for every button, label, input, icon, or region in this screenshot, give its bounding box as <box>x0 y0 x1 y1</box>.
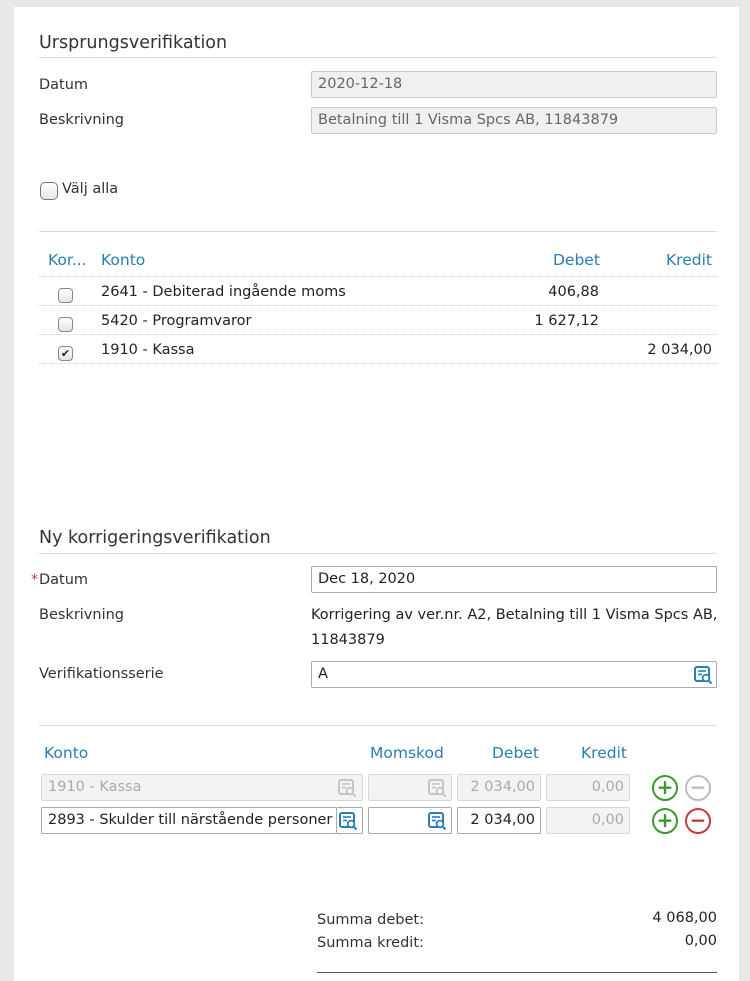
origin-header-rule <box>39 276 717 277</box>
correction-section-title: Ny korrigeringsverifikation <box>39 528 271 548</box>
row-kredit: 2 034,00 <box>647 342 712 358</box>
row-divider <box>39 334 717 335</box>
row-kredit-input: 0,00 <box>546 774 630 801</box>
add-row-button[interactable]: + <box>652 775 678 801</box>
row-kredit-input: 0,00 <box>546 807 630 834</box>
sum-kredit-label: Summa kredit: <box>317 935 424 951</box>
remove-row-button[interactable]: − <box>685 808 711 834</box>
row-konto-input[interactable]: 2893 - Skulder till närstående personer <box>41 807 337 834</box>
origin-date-label: Datum <box>39 77 89 93</box>
origin-table-top-rule <box>39 231 717 232</box>
check-icon: ✔ <box>60 347 71 360</box>
row-divider <box>39 363 717 364</box>
origin-col-kredit[interactable]: Kredit <box>666 251 712 269</box>
select-all-label[interactable]: Välj alla <box>62 181 118 197</box>
lookup-icon[interactable] <box>693 665 713 685</box>
sum-debet-label: Summa debet: <box>317 912 424 928</box>
lookup-icon[interactable] <box>427 811 447 831</box>
page: Ursprungsverifikation Datum 2020-12-18 B… <box>14 7 739 981</box>
lookup-icon <box>428 779 447 798</box>
required-marker: * <box>31 572 38 588</box>
origin-date-field: 2020-12-18 <box>311 71 717 98</box>
row-debet: 406,88 <box>548 284 599 300</box>
row-debet-input: 2 034,00 <box>457 774 541 801</box>
row-checkbox-checked[interactable]: ✔ <box>58 346 73 361</box>
row-divider <box>39 305 717 306</box>
row-konto: 2641 - Debiterad ingående moms <box>101 284 346 300</box>
correction-date-label: Datum <box>39 572 89 588</box>
lookup-icon <box>338 779 357 798</box>
correction-table-top-rule <box>39 725 717 726</box>
correction-desc-label: Beskrivning <box>39 607 125 623</box>
correction-desc-line1: Korrigering av ver.nr. A2, Betalning til… <box>311 607 718 623</box>
row-checkbox[interactable] <box>58 317 73 332</box>
correction-col-momskod: Momskod <box>370 744 444 762</box>
sum-debet-value: 4 068,00 <box>652 910 717 926</box>
row-debet-input[interactable]: 2 034,00 <box>457 807 541 834</box>
correction-date-input[interactable]: Dec 18, 2020 <box>311 566 717 593</box>
summary-rule <box>317 972 717 973</box>
origin-title-rule <box>39 57 717 58</box>
lookup-icon[interactable] <box>338 811 358 831</box>
remove-row-button-disabled: − <box>685 775 711 801</box>
origin-desc-label: Beskrivning <box>39 112 125 128</box>
origin-col-konto[interactable]: Konto <box>101 251 145 269</box>
correction-col-konto: Konto <box>44 744 89 762</box>
correction-col-debet: Debet <box>492 744 539 762</box>
add-row-button[interactable]: + <box>652 808 678 834</box>
series-input[interactable]: A <box>311 661 717 688</box>
origin-col-kor[interactable]: Kor... <box>48 251 87 269</box>
row-checkbox[interactable] <box>58 288 73 303</box>
origin-desc-field: Betalning till 1 Visma Spcs AB, 11843879 <box>311 107 717 134</box>
select-all-checkbox[interactable] <box>40 182 58 200</box>
sum-kredit-value: 0,00 <box>684 933 717 949</box>
row-konto: 5420 - Programvaror <box>101 313 252 329</box>
correction-col-kredit: Kredit <box>581 744 627 762</box>
origin-section-title: Ursprungsverifikation <box>39 33 228 53</box>
origin-col-debet[interactable]: Debet <box>553 251 600 269</box>
row-konto: 1910 - Kassa <box>101 342 195 358</box>
row-konto-input: 1910 - Kassa <box>41 774 363 801</box>
correction-desc-line2: 11843879 <box>311 632 385 648</box>
row-debet: 1 627,12 <box>534 313 599 329</box>
correction-title-rule <box>39 553 717 554</box>
series-label: Verifikationsserie <box>39 666 164 682</box>
